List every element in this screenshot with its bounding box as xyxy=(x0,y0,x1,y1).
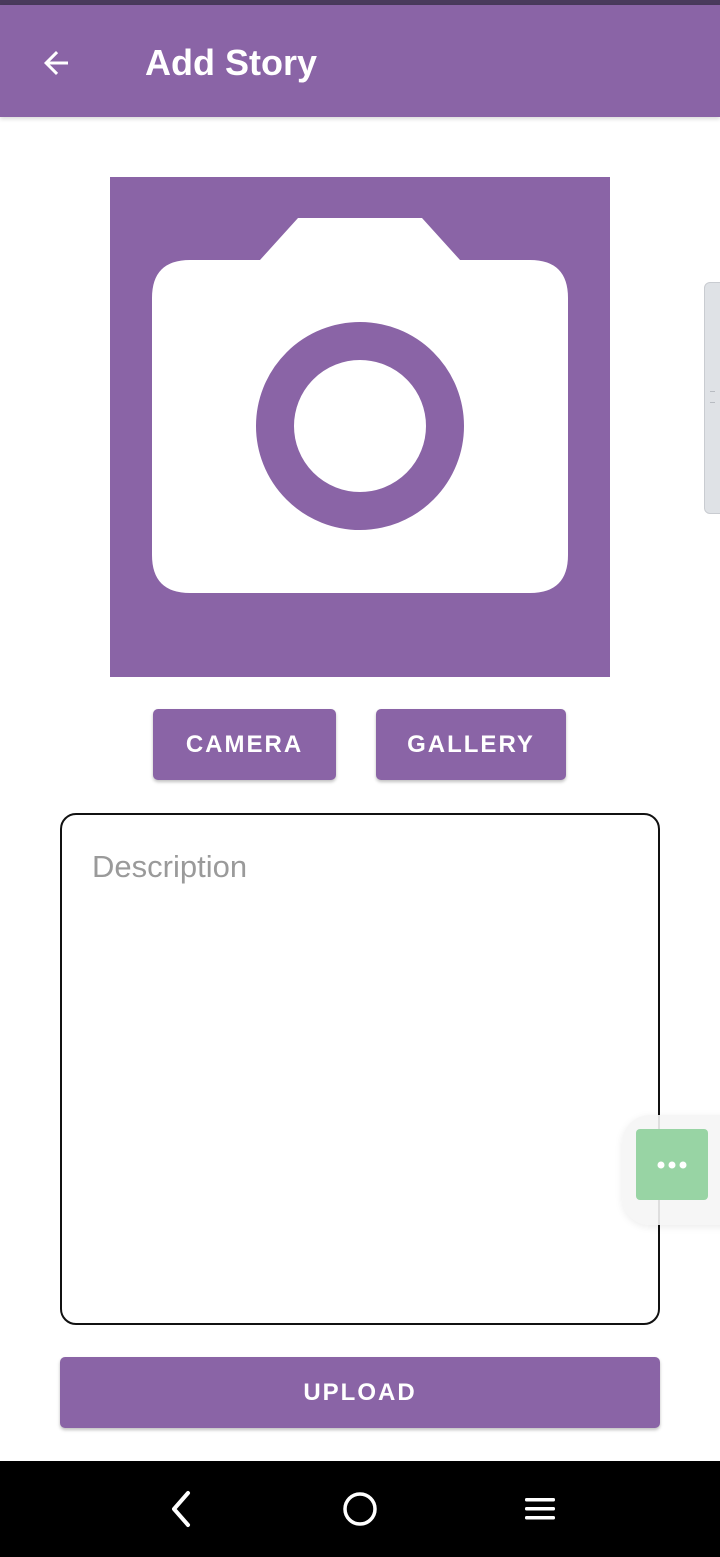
back-button[interactable] xyxy=(28,35,84,91)
floating-menu-button[interactable] xyxy=(636,1129,708,1200)
arrow-left-icon xyxy=(44,51,68,75)
nav-back-button[interactable] xyxy=(150,1479,210,1539)
description-box xyxy=(60,813,660,1325)
edge-panel-handle[interactable] xyxy=(704,282,720,514)
description-input[interactable] xyxy=(92,849,632,1289)
upload-button[interactable]: UPLOAD xyxy=(60,1357,660,1428)
add-story-screen: Add Story CAMERA GALLERY UPLOAD xyxy=(0,0,720,1557)
floating-menu-panel xyxy=(622,1115,720,1225)
page-title: Add Story xyxy=(145,42,318,83)
nav-menu-button[interactable] xyxy=(510,1479,570,1539)
image-preview[interactable] xyxy=(110,177,610,677)
nav-home-button[interactable] xyxy=(330,1479,390,1539)
app-bar: Add Story xyxy=(0,5,720,117)
nav-home-icon xyxy=(343,1492,377,1526)
grip-icon xyxy=(710,391,715,403)
gallery-button[interactable]: GALLERY xyxy=(376,709,566,780)
nav-back-icon xyxy=(172,1491,190,1527)
system-navigation-bar xyxy=(0,1461,720,1557)
more-horizontal-icon xyxy=(657,1161,687,1168)
camera-button[interactable]: CAMERA xyxy=(153,709,336,780)
camera-icon xyxy=(152,218,568,593)
nav-menu-icon xyxy=(525,1498,555,1520)
